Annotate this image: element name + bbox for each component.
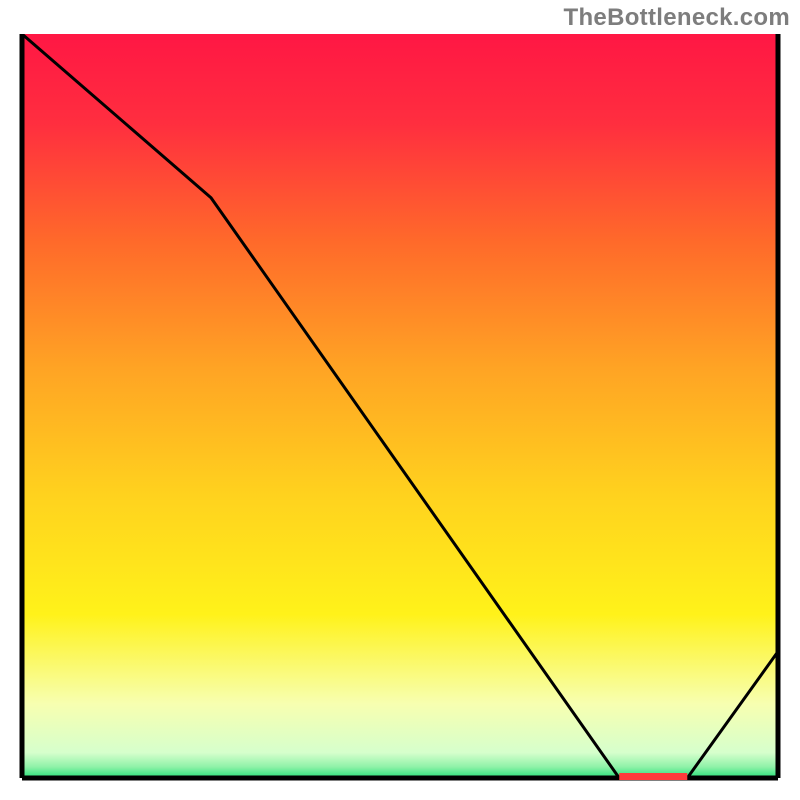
- bottleneck-chart: [18, 34, 782, 782]
- gradient-background: [22, 34, 778, 778]
- chart-svg: [18, 34, 782, 782]
- optimal-marker: [619, 773, 687, 780]
- attribution-text: TheBottleneck.com: [564, 4, 790, 32]
